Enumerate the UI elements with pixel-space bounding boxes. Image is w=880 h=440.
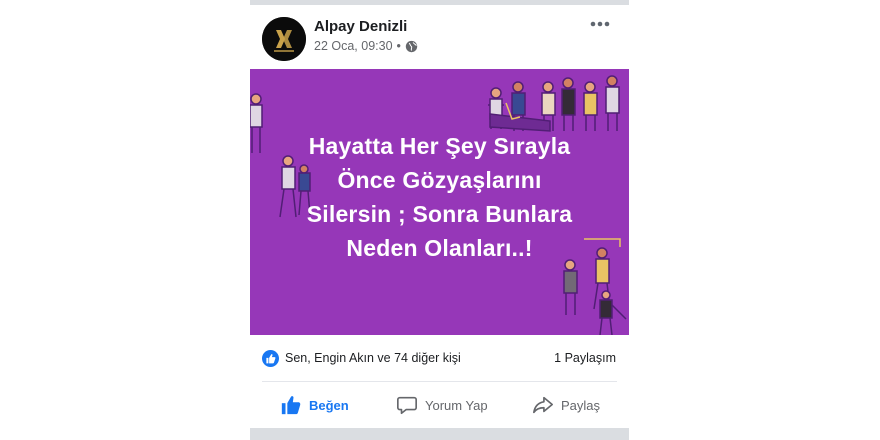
post-image-banner[interactable]: Hayatta Her Şey Sırayla Önce Gözyaşların… bbox=[250, 69, 629, 335]
thumbs-up-icon bbox=[281, 396, 301, 415]
banner-line: Neden Olanları..! bbox=[346, 235, 533, 261]
banner-line: Silersin ; Sonra Bunlara bbox=[306, 201, 573, 227]
feed-separator-bottom bbox=[250, 428, 629, 440]
post-card: Alpay Denizli 22 Oca, 09:30 • Hayatta He… bbox=[250, 5, 629, 428]
more-dots-icon[interactable] bbox=[589, 17, 611, 31]
post-author-name[interactable]: Alpay Denizli bbox=[314, 18, 407, 35]
banner-quote: Hayatta Her Şey Sırayla Önce Gözyaşların… bbox=[250, 129, 629, 265]
comment-button[interactable]: Yorum Yap bbox=[396, 392, 488, 418]
share-icon bbox=[533, 396, 553, 414]
actions-divider bbox=[262, 381, 617, 382]
post-meta: 22 Oca, 09:30 • bbox=[314, 39, 418, 53]
comment-label: Yorum Yap bbox=[425, 397, 488, 413]
avatar[interactable] bbox=[262, 17, 306, 61]
globe-icon[interactable] bbox=[405, 40, 418, 53]
like-button[interactable]: Beğen bbox=[280, 392, 349, 418]
meta-separator: • bbox=[396, 39, 401, 53]
post-actions-bar: Beğen Yorum Yap Paylaş bbox=[250, 392, 629, 418]
reactions-text[interactable]: Sen, Engin Akın ve 74 diğer kişi bbox=[285, 351, 461, 365]
like-label: Beğen bbox=[309, 397, 349, 413]
shares-count[interactable]: 1 Paylaşım bbox=[554, 351, 616, 365]
banner-line: Önce Gözyaşlarını bbox=[337, 167, 542, 193]
post-date[interactable]: 22 Oca, 09:30 bbox=[314, 39, 393, 53]
share-button[interactable]: Paylaş bbox=[532, 392, 600, 418]
banner-line: Hayatta Her Şey Sırayla bbox=[308, 133, 571, 159]
share-label: Paylaş bbox=[561, 397, 601, 413]
comment-icon bbox=[397, 396, 417, 415]
like-reaction-icon bbox=[262, 349, 279, 367]
avatar-logo bbox=[262, 17, 306, 61]
reactions-summary[interactable]: Sen, Engin Akın ve 74 diğer kişi bbox=[262, 348, 461, 368]
